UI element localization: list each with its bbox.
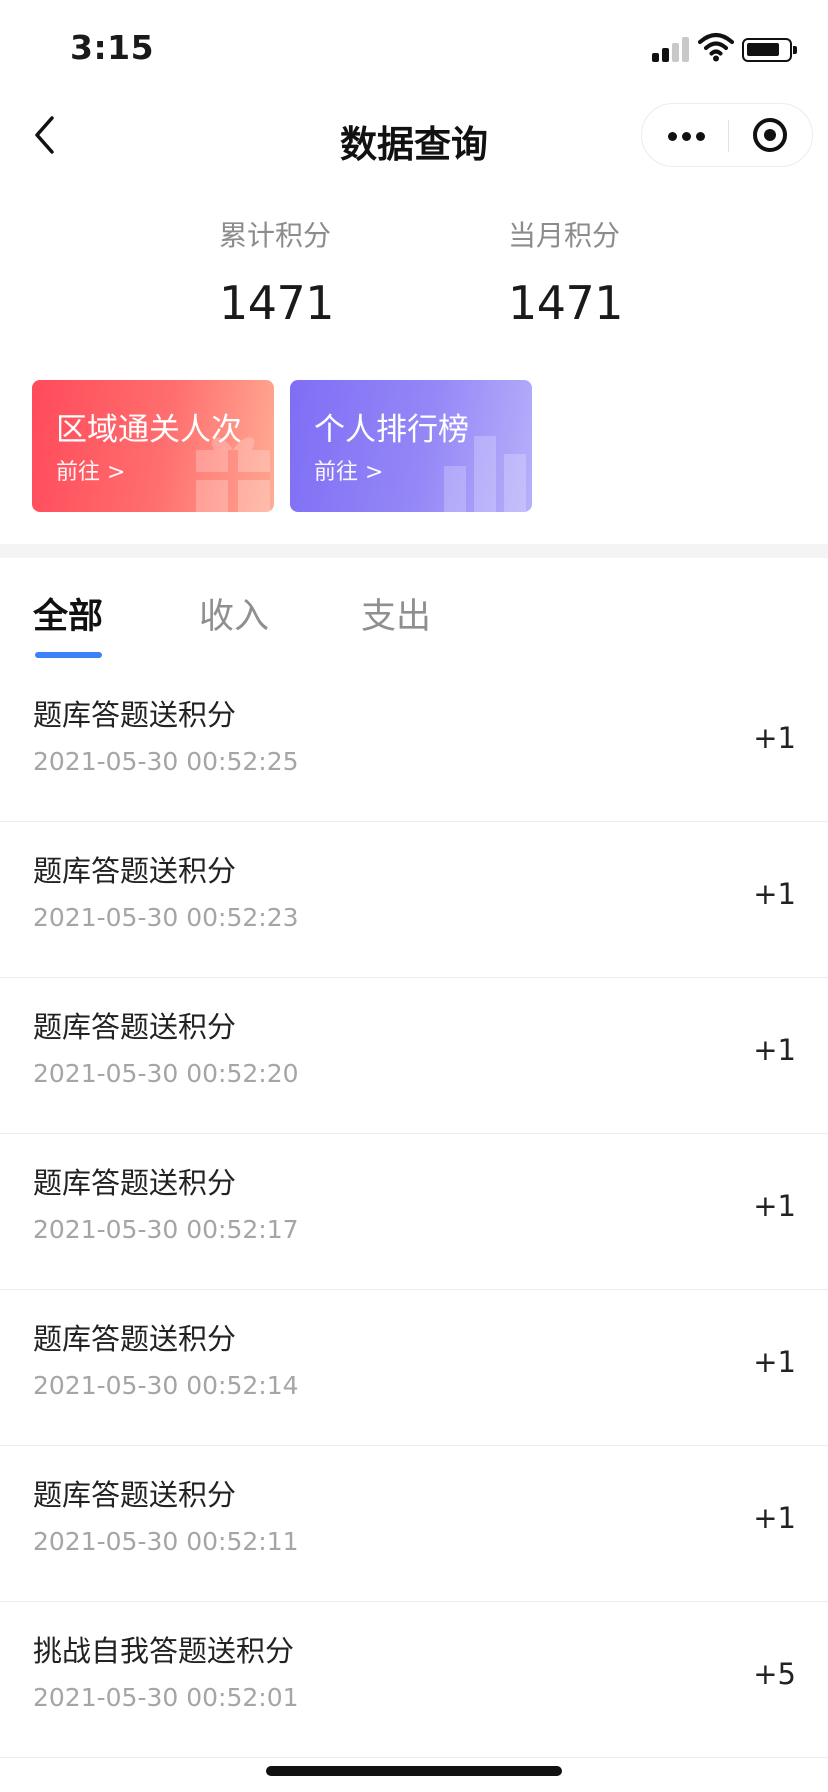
list-item[interactable]: 题库答题送积分 2021-05-30 00:52:17 +1 [0, 1134, 828, 1290]
list-item[interactable]: 题库答题送积分 2021-05-30 00:52:11 +1 [0, 1446, 828, 1602]
record-amount: +1 [753, 721, 796, 755]
record-title: 挑战自我答题送积分 [33, 1634, 295, 1668]
battery-icon [742, 38, 797, 62]
section-divider [0, 544, 828, 558]
list-item[interactable]: 题库答题送积分 2021-05-30 00:52:20 +1 [0, 978, 828, 1134]
record-time: 2021-05-30 00:52:11 [33, 1527, 299, 1556]
card-link: 前往 > [314, 460, 384, 485]
points-record-list: 题库答题送积分 2021-05-30 00:52:25 +1 题库答题送积分 2… [0, 666, 828, 1758]
nav-bar: 数据查询 [0, 96, 828, 176]
home-indicator[interactable] [266, 1766, 562, 1776]
list-item[interactable]: 题库答题送积分 2021-05-30 00:52:23 +1 [0, 822, 828, 978]
wifi-icon [698, 33, 734, 62]
close-circle-icon[interactable] [729, 104, 813, 166]
personal-ranking-card[interactable]: 个人排行榜 前往 > [290, 380, 532, 512]
record-title: 题库答题送积分 [33, 698, 237, 732]
mini-program-capsule [641, 103, 813, 167]
record-time: 2021-05-30 00:52:14 [33, 1371, 299, 1400]
tab-all[interactable]: 全部 [33, 588, 103, 639]
record-amount: +1 [753, 1501, 796, 1535]
active-tab-indicator [35, 652, 102, 658]
record-time: 2021-05-30 00:52:23 [33, 903, 299, 932]
tab-income[interactable]: 收入 [199, 588, 269, 639]
record-amount: +1 [753, 877, 796, 911]
stat-label: 累计积分 [219, 219, 332, 252]
record-amount: +5 [753, 1657, 796, 1691]
card-link: 前往 > [56, 460, 126, 485]
record-time: 2021-05-30 00:52:20 [33, 1059, 299, 1088]
record-time: 2021-05-30 00:52:17 [33, 1215, 299, 1244]
record-title: 题库答题送积分 [33, 1166, 237, 1200]
region-clearance-card[interactable]: 区域通关人次 前往 > [32, 380, 274, 512]
stat-total-points: 累计积分 1471 [219, 214, 399, 330]
status-time: 3:15 [70, 28, 155, 67]
more-dots-icon[interactable] [642, 104, 728, 166]
list-item[interactable]: 题库答题送积分 2021-05-30 00:52:25 +1 [0, 666, 828, 822]
list-item[interactable]: 挑战自我答题送积分 2021-05-30 00:52:01 +5 [0, 1602, 828, 1758]
stat-month-points: 当月积分 1471 [508, 214, 688, 330]
record-title: 题库答题送积分 [33, 1010, 237, 1044]
cellular-signal-icon [652, 36, 692, 62]
status-bar: 3:15 [0, 0, 828, 96]
record-title: 题库答题送积分 [33, 854, 237, 888]
stat-value: 1471 [508, 276, 624, 330]
record-title: 题库答题送积分 [33, 1322, 237, 1356]
tab-expense[interactable]: 支出 [361, 588, 431, 639]
card-title: 个人排行榜 [314, 412, 469, 448]
stat-label: 当月积分 [508, 219, 621, 252]
record-time: 2021-05-30 00:52:01 [33, 1683, 299, 1712]
card-title: 区域通关人次 [56, 412, 242, 448]
stat-value: 1471 [219, 276, 335, 330]
record-amount: +1 [753, 1033, 796, 1067]
record-time: 2021-05-30 00:52:25 [33, 747, 299, 776]
record-title: 题库答题送积分 [33, 1478, 237, 1512]
record-amount: +1 [753, 1189, 796, 1223]
screen: 3:15 数据查询 累计积分 1471 当月积分 1471 区域通关人次 前往 … [0, 0, 828, 1792]
record-amount: +1 [753, 1345, 796, 1379]
list-item[interactable]: 题库答题送积分 2021-05-30 00:52:14 +1 [0, 1290, 828, 1446]
